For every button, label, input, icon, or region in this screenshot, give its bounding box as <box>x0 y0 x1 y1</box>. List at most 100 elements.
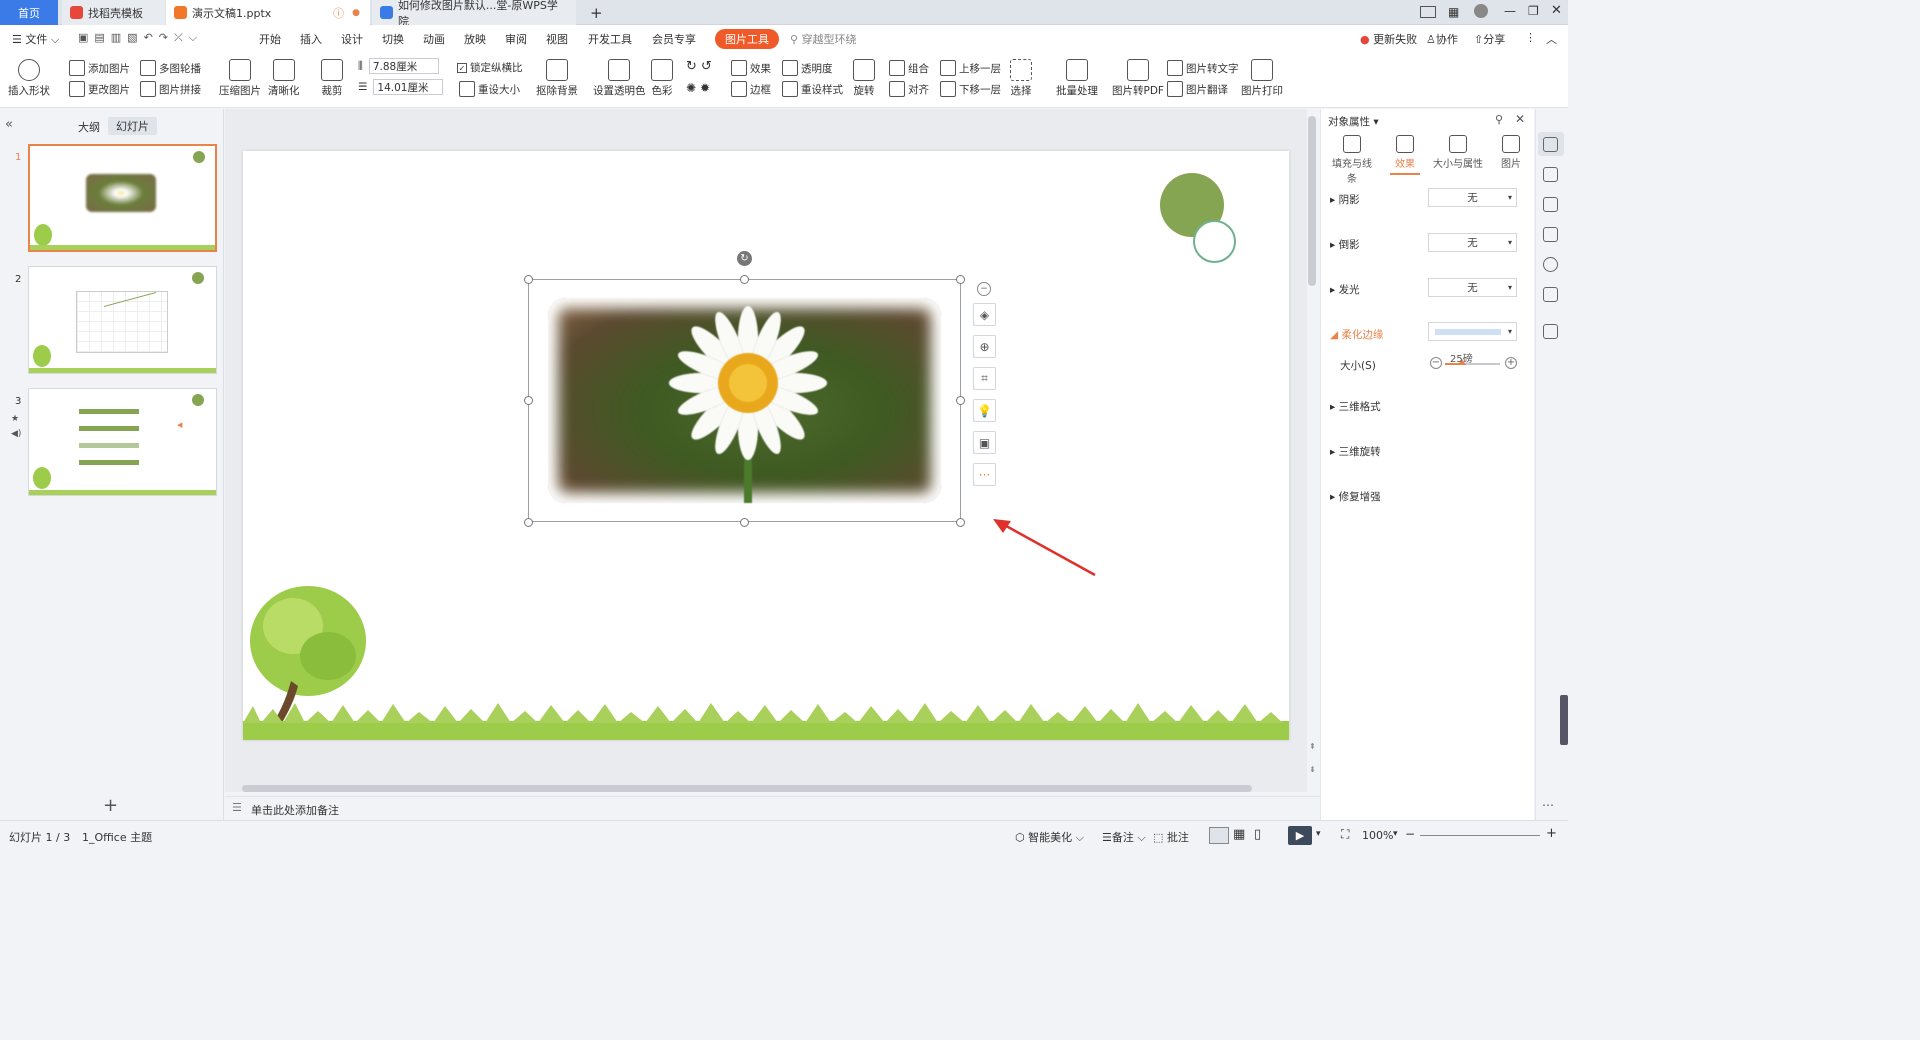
reading-view-icon[interactable]: ▯ <box>1254 827 1261 842</box>
decrease-size-icon[interactable]: − <box>1430 357 1442 369</box>
section-reflection[interactable]: ▸ 倒影 <box>1330 237 1360 252</box>
play-dropdown-icon[interactable]: ▾ <box>1316 829 1321 839</box>
rotate-handle-icon[interactable]: ↻ <box>737 251 752 266</box>
outline-circle-shape[interactable] <box>1193 220 1236 263</box>
add-slide-button[interactable]: + <box>103 795 118 816</box>
tab-outline[interactable]: 大纲 <box>78 119 100 135</box>
tab-home[interactable]: 首页 <box>0 0 58 25</box>
resize-handle-nw[interactable] <box>524 275 533 284</box>
remove-bg-button[interactable]: 抠除背景 <box>536 59 578 98</box>
width-field[interactable]: ⫼ 7.88厘米 <box>358 58 439 74</box>
search-box[interactable]: ⚲ 穿越型环绕 <box>790 31 857 47</box>
collapse-panel-icon[interactable]: « <box>5 117 13 132</box>
image-convert-icon[interactable]: ▣ <box>973 431 996 454</box>
menu-developer[interactable]: 开发工具 <box>588 31 632 47</box>
vertical-scrollbar[interactable] <box>1308 116 1316 286</box>
zoom-level[interactable]: 100% <box>1362 829 1393 842</box>
tab-presentation[interactable]: 演示文稿1.pptx ⓘ ● <box>166 0 370 25</box>
theme-name[interactable]: 1_Office 主题 <box>82 829 152 845</box>
properties-icon[interactable] <box>1543 137 1558 152</box>
shadow-dropdown[interactable]: 无 ▾ <box>1428 188 1517 207</box>
section-3d-format[interactable]: ▸ 三维格式 <box>1330 399 1381 414</box>
crop-button[interactable]: 裁剪 <box>321 59 343 98</box>
collapse-ribbon-icon[interactable]: ︿ <box>1546 31 1557 47</box>
minimize-icon[interactable]: — <box>1504 4 1516 18</box>
tab-template[interactable]: 找稻壳模板 <box>62 0 165 25</box>
multi-outline-button[interactable]: 多图轮播 <box>140 60 201 76</box>
layers-icon[interactable]: ◈ <box>973 303 996 326</box>
rotate-icons[interactable]: ↻↺ <box>686 59 716 74</box>
location-icon[interactable] <box>1543 257 1558 272</box>
menu-start[interactable]: 开始 <box>259 31 281 47</box>
collapse-toolbar-icon[interactable]: − <box>977 282 991 296</box>
sidebar-more-icon[interactable]: ⋯ <box>1542 798 1554 812</box>
slide-thumbnail[interactable]: ◀ <box>28 388 217 496</box>
tab-web[interactable]: 如何修改图片默认...堂-原WPS学院 <box>372 0 576 28</box>
effect-button[interactable]: 效果 <box>731 60 771 76</box>
resize-handle-w[interactable] <box>524 396 533 405</box>
notes-toggle-button[interactable]: ☰备注 ⌵ <box>1102 829 1146 845</box>
menu-review[interactable]: 审阅 <box>505 31 527 47</box>
menu-design[interactable]: 设计 <box>341 31 363 47</box>
to-pdf-button[interactable]: 图片转PDF <box>1112 59 1164 98</box>
fit-window-icon[interactable]: ⛶ <box>1341 827 1349 842</box>
zoom-in-icon[interactable]: ⊕ <box>973 335 996 358</box>
close-icon[interactable]: ✕ <box>1551 3 1562 18</box>
translate-button[interactable]: 图片翻译 <box>1167 81 1228 97</box>
reset-size-button[interactable]: 重设大小 <box>459 81 520 97</box>
menu-insert[interactable]: 插入 <box>300 31 322 47</box>
section-repair[interactable]: ▸ 修复增强 <box>1330 489 1381 504</box>
soft-edge-preset-dropdown[interactable]: ▾ <box>1428 322 1517 341</box>
batch-button[interactable]: 批量处理 <box>1056 59 1098 98</box>
rotate-button[interactable]: 旋转 <box>853 59 875 98</box>
layout-icon[interactable] <box>1420 6 1436 18</box>
menu-animation[interactable]: 动画 <box>423 31 445 47</box>
copy-icon[interactable] <box>1543 197 1558 212</box>
tab-effects[interactable]: 效果 <box>1390 135 1420 175</box>
horizontal-scrollbar[interactable] <box>242 785 1252 792</box>
zoom-slider[interactable] <box>1420 835 1540 836</box>
more-icon[interactable]: ··· <box>973 463 996 486</box>
align-button[interactable]: 对齐 <box>889 81 929 97</box>
transparency-button[interactable]: 透明度 <box>782 60 833 76</box>
tab-slides[interactable]: 幻灯片 <box>108 117 157 135</box>
glow-dropdown[interactable]: 无 ▾ <box>1428 278 1517 297</box>
normal-view-icon[interactable] <box>1209 827 1229 844</box>
to-text-button[interactable]: 图片转文字 <box>1167 60 1239 76</box>
side-widget[interactable] <box>1560 695 1568 745</box>
book-icon[interactable] <box>1543 287 1558 302</box>
height-field[interactable]: ☰ 14.01厘米 <box>358 79 444 95</box>
select-button[interactable]: 选择 <box>1010 59 1032 98</box>
resize-handle-ne[interactable] <box>956 275 965 284</box>
section-shadow[interactable]: ▸ 阴影 <box>1330 192 1360 207</box>
reflection-dropdown[interactable]: 无 ▾ <box>1428 233 1517 252</box>
pin-icon[interactable]: ⚲ <box>1495 113 1503 126</box>
brightness-icons[interactable]: ✺✹ <box>686 81 714 95</box>
quick-access-toolbar[interactable]: ▣▤▥▧↶↷⤫⌵ <box>78 31 203 45</box>
collab-button[interactable]: ♙协作 <box>1426 31 1458 47</box>
flower-image[interactable] <box>548 298 941 503</box>
menu-view[interactable]: 视图 <box>546 31 568 47</box>
increase-size-icon[interactable]: + <box>1505 357 1517 369</box>
bulb-icon[interactable]: 💡 <box>973 399 996 422</box>
file-menu[interactable]: ☰ 文件 ⌵ <box>12 31 59 47</box>
share-button[interactable]: ⇧分享 <box>1474 31 1505 47</box>
export-icon[interactable] <box>1543 324 1558 339</box>
print-button[interactable]: 图片打印 <box>1241 59 1283 98</box>
zoom-out-icon[interactable]: − <box>1405 827 1415 841</box>
border-button[interactable]: 边框 <box>731 81 771 97</box>
zoom-dropdown-icon[interactable]: ▾ <box>1393 829 1398 839</box>
image-icon[interactable] <box>1543 227 1558 242</box>
add-image-button[interactable]: 添加图片 <box>69 60 130 76</box>
lock-ratio-checkbox[interactable]: ✓ 锁定纵横比 <box>457 60 523 75</box>
slide-thumbnail[interactable] <box>28 144 217 252</box>
panel-title[interactable]: 对象属性 ▾ <box>1328 114 1379 129</box>
next-slide-icon[interactable]: ⇟ <box>1309 765 1316 774</box>
resize-handle-s[interactable] <box>740 518 749 527</box>
update-status[interactable]: ● 更新失败 <box>1360 31 1417 47</box>
star-icon[interactable] <box>1543 167 1558 182</box>
resize-handle-sw[interactable] <box>524 518 533 527</box>
slide-thumbnail[interactable] <box>28 266 217 374</box>
resize-handle-se[interactable] <box>956 518 965 527</box>
group-button[interactable]: 组合 <box>889 60 929 76</box>
